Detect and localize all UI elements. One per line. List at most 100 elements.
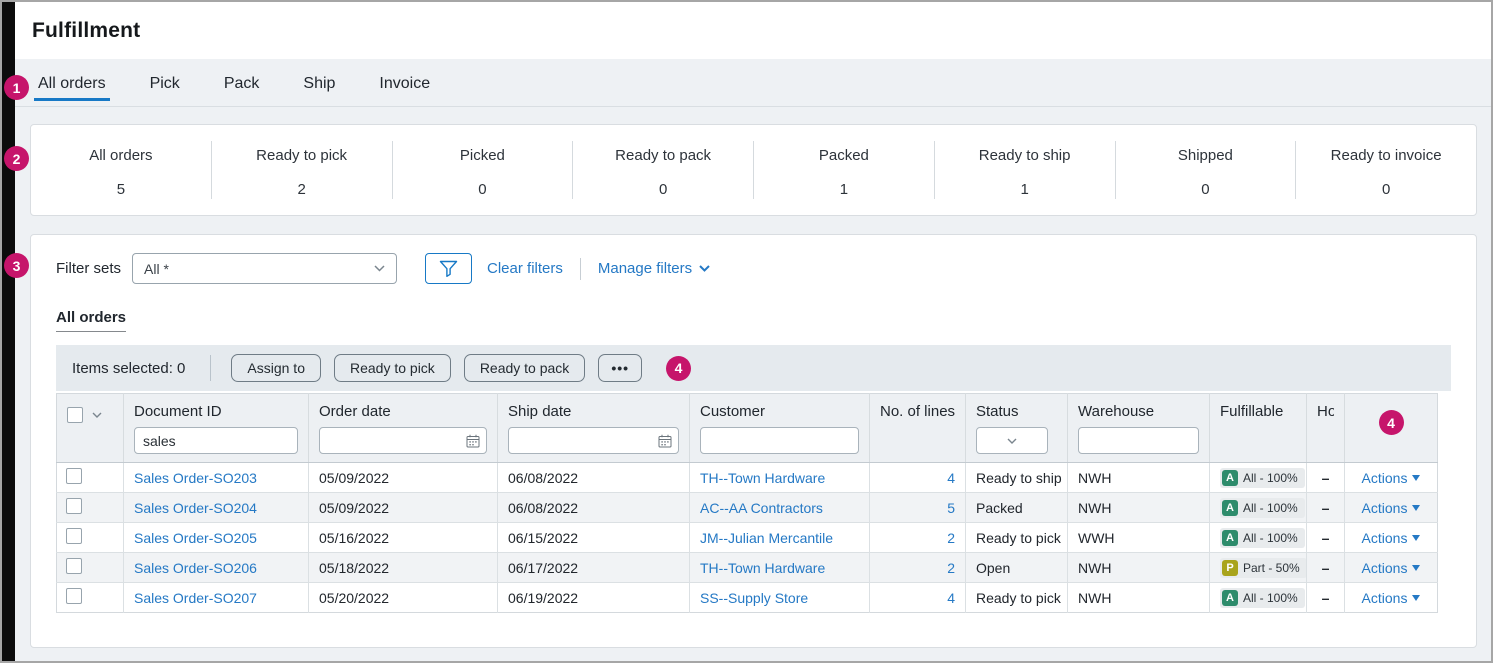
lines-link[interactable]: 2 xyxy=(947,530,955,546)
kpi-value: 0 xyxy=(1116,181,1296,198)
caret-down-icon xyxy=(1412,565,1420,571)
actions-dropdown[interactable]: Actions xyxy=(1362,470,1421,486)
column-header-document-id[interactable]: Document ID xyxy=(124,394,309,463)
kpi-picked[interactable]: Picked 0 xyxy=(392,141,573,199)
actions-dropdown[interactable]: Actions xyxy=(1362,560,1421,576)
row-checkbox[interactable] xyxy=(66,558,82,574)
tab-ship[interactable]: Ship xyxy=(301,75,337,106)
warehouse-filter-input[interactable] xyxy=(1078,427,1199,454)
actions-dropdown[interactable]: Actions xyxy=(1362,500,1421,516)
filter-sets-selected-value: All * xyxy=(144,261,169,277)
manage-filters-link[interactable]: Manage filters xyxy=(598,260,710,277)
calendar-icon[interactable] xyxy=(466,434,480,448)
kpi-label: All orders xyxy=(31,147,211,164)
assign-to-button[interactable]: Assign to xyxy=(231,354,321,382)
column-header-warehouse[interactable]: Warehouse xyxy=(1068,394,1210,463)
chevron-down-icon[interactable] xyxy=(92,412,102,418)
ship-date-cell: 06/19/2022 xyxy=(498,583,690,613)
kpi-ready-to-ship[interactable]: Ready to ship 1 xyxy=(934,141,1115,199)
kpi-ready-to-invoice[interactable]: Ready to invoice 0 xyxy=(1295,141,1476,199)
calendar-icon[interactable] xyxy=(658,434,672,448)
lines-link[interactable]: 4 xyxy=(947,590,955,606)
warehouse-cell: NWH xyxy=(1068,553,1210,583)
customer-link[interactable]: AC--AA Contractors xyxy=(700,500,823,516)
fulfillment-screen: 1 2 3 Fulfillment All orders Pick Pack S… xyxy=(0,0,1493,663)
table-row: Sales Order-SO204 05/09/2022 06/08/2022 … xyxy=(57,493,1438,523)
items-selected-count: Items selected: 0 xyxy=(72,360,185,377)
table-row: Sales Order-SO205 05/16/2022 06/15/2022 … xyxy=(57,523,1438,553)
chevron-down-icon xyxy=(1007,438,1017,444)
tab-all-orders[interactable]: All orders xyxy=(36,75,108,106)
ready-to-pick-button[interactable]: Ready to pick xyxy=(334,354,451,382)
lines-link[interactable]: 5 xyxy=(947,500,955,516)
kpi-packed[interactable]: Packed 1 xyxy=(753,141,934,199)
column-header-customer[interactable]: Customer xyxy=(690,394,870,463)
more-actions-button[interactable]: ••• xyxy=(598,354,642,382)
document-id-link[interactable]: Sales Order-SO205 xyxy=(134,530,257,546)
select-all-header xyxy=(57,394,124,463)
annotation-badge-4: 4 xyxy=(1379,410,1404,435)
fulfillable-badge: A All - 100% xyxy=(1220,588,1305,608)
order-date-cell: 05/09/2022 xyxy=(309,493,498,523)
ready-to-pack-button[interactable]: Ready to pack xyxy=(464,354,586,382)
kpi-label: Picked xyxy=(393,147,573,164)
kpi-shipped[interactable]: Shipped 0 xyxy=(1115,141,1296,199)
kpi-value: 0 xyxy=(393,181,573,198)
customer-link[interactable]: TH--Town Hardware xyxy=(700,470,825,486)
ship-date-cell: 06/17/2022 xyxy=(498,553,690,583)
kpi-value: 0 xyxy=(1296,181,1476,198)
select-all-checkbox[interactable] xyxy=(67,407,83,423)
kpi-value: 1 xyxy=(754,181,934,198)
kpi-summary-card: All orders 5 Ready to pick 2 Picked 0 Re… xyxy=(30,124,1477,216)
fulfillable-all-icon: A xyxy=(1222,470,1238,486)
fulfillable-all-icon: A xyxy=(1222,530,1238,546)
tab-pick[interactable]: Pick xyxy=(148,75,182,106)
left-edge-bar xyxy=(2,2,15,661)
tab-pack[interactable]: Pack xyxy=(222,75,262,106)
column-header-hold[interactable]: Hold xyxy=(1307,394,1345,463)
ship-date-filter-input[interactable] xyxy=(508,427,679,454)
column-header-order-date[interactable]: Order date xyxy=(309,394,498,463)
row-checkbox[interactable] xyxy=(66,468,82,484)
grid-header-row: Document ID Order date xyxy=(57,394,1438,463)
customer-link[interactable]: JM--Julian Mercantile xyxy=(700,530,833,546)
status-filter-select[interactable] xyxy=(976,427,1048,454)
document-id-link[interactable]: Sales Order-SO203 xyxy=(134,470,257,486)
row-checkbox[interactable] xyxy=(66,528,82,544)
tab-invoice[interactable]: Invoice xyxy=(377,75,432,106)
kpi-ready-to-pick[interactable]: Ready to pick 2 xyxy=(211,141,392,199)
clear-filters-link[interactable]: Clear filters xyxy=(487,260,563,277)
row-checkbox[interactable] xyxy=(66,588,82,604)
kpi-all-orders[interactable]: All orders 5 xyxy=(31,141,211,199)
order-date-filter-input[interactable] xyxy=(319,427,487,454)
lines-link[interactable]: 4 xyxy=(947,470,955,486)
document-id-link[interactable]: Sales Order-SO207 xyxy=(134,590,257,606)
annotation-badge-3: 3 xyxy=(4,253,29,278)
filter-funnel-button[interactable] xyxy=(425,253,472,284)
document-id-link[interactable]: Sales Order-SO206 xyxy=(134,560,257,576)
status-cell: Open xyxy=(966,553,1068,583)
order-date-cell: 05/09/2022 xyxy=(309,463,498,493)
lines-link[interactable]: 2 xyxy=(947,560,955,576)
actions-dropdown[interactable]: Actions xyxy=(1362,530,1421,546)
document-id-link[interactable]: Sales Order-SO204 xyxy=(134,500,257,516)
title-bar: Fulfillment xyxy=(15,2,1491,59)
warehouse-cell: NWH xyxy=(1068,463,1210,493)
kpi-label: Ready to invoice xyxy=(1296,147,1476,164)
column-header-no-of-lines[interactable]: No. of lines xyxy=(870,394,966,463)
customer-link[interactable]: SS--Supply Store xyxy=(700,590,808,606)
kpi-label: Ready to ship xyxy=(935,147,1115,164)
column-header-fulfillable[interactable]: Fulfillable xyxy=(1210,394,1307,463)
kpi-ready-to-pack[interactable]: Ready to pack 0 xyxy=(572,141,753,199)
column-header-ship-date[interactable]: Ship date xyxy=(498,394,690,463)
document-id-filter-input[interactable] xyxy=(134,427,298,454)
row-checkbox[interactable] xyxy=(66,498,82,514)
order-date-cell: 05/16/2022 xyxy=(309,523,498,553)
actions-dropdown[interactable]: Actions xyxy=(1362,590,1421,606)
filter-sets-select[interactable]: All * xyxy=(132,253,397,284)
column-header-status[interactable]: Status xyxy=(966,394,1068,463)
kpi-value: 5 xyxy=(31,181,211,198)
customer-link[interactable]: TH--Town Hardware xyxy=(700,560,825,576)
kpi-label: Ready to pack xyxy=(573,147,753,164)
customer-filter-input[interactable] xyxy=(700,427,859,454)
